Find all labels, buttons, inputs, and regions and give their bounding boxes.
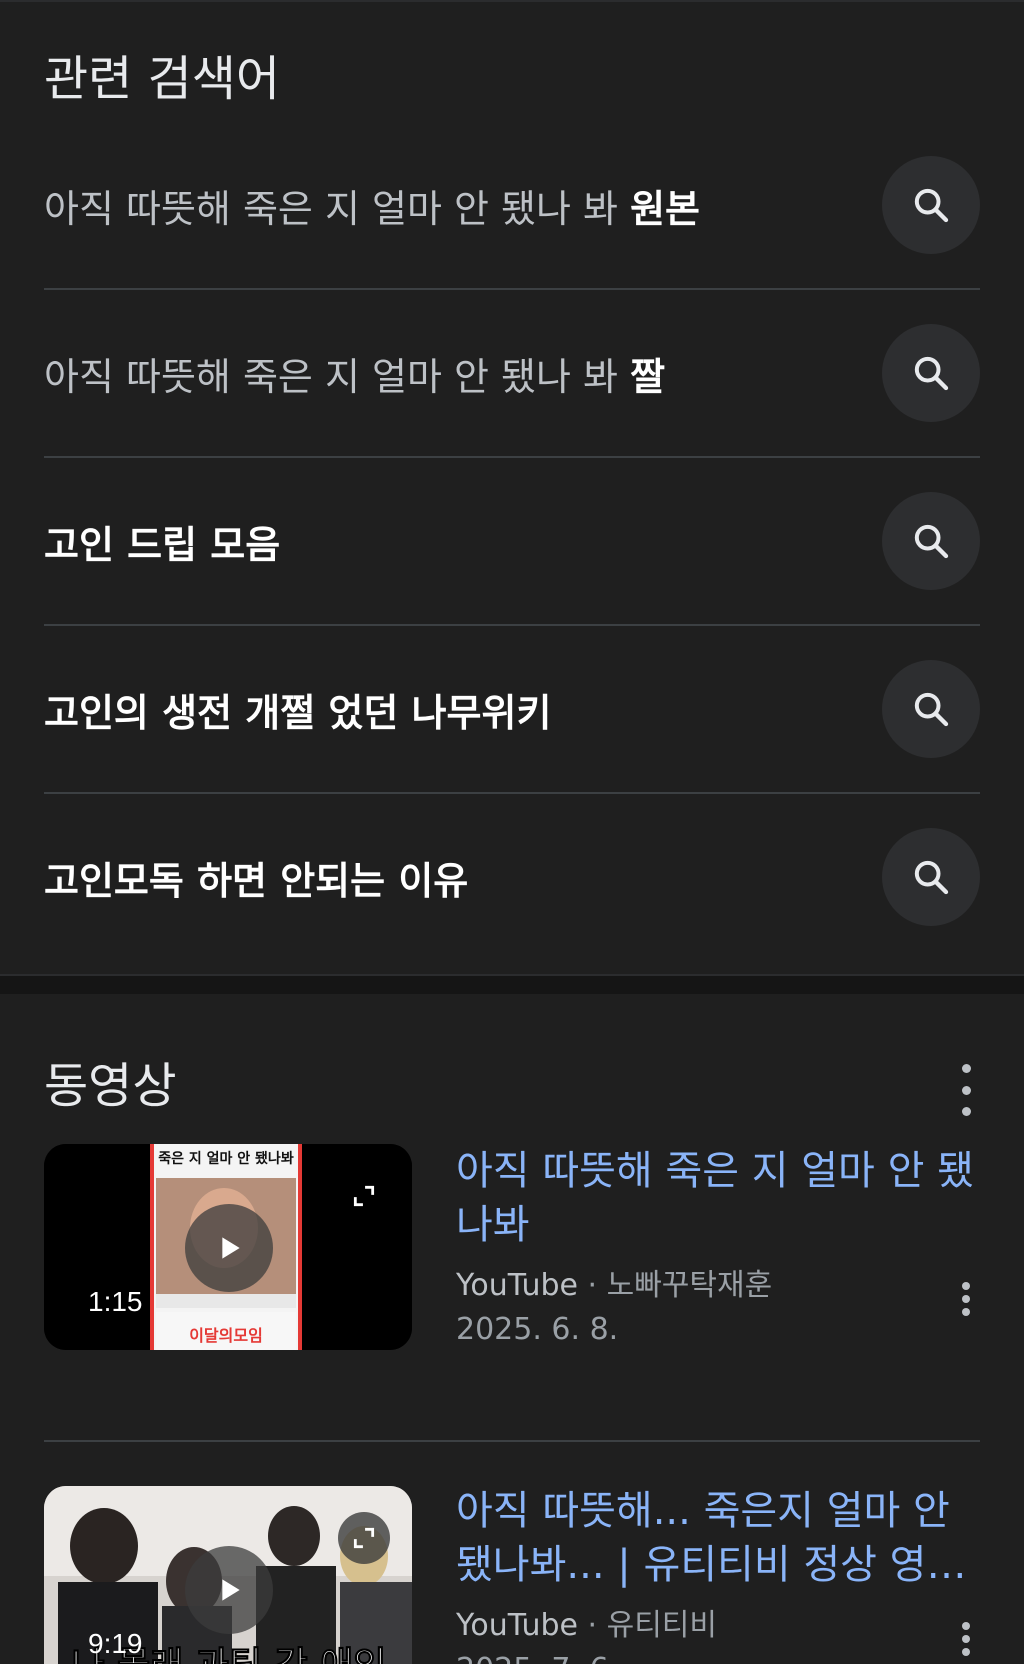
related-search-item[interactable]: 아직 따뜻해 죽은 지 얼마 안 됐나 봐 짤 xyxy=(44,288,980,456)
more-vert-icon[interactable] xyxy=(958,1064,974,1116)
play-button[interactable] xyxy=(185,1546,273,1634)
dot xyxy=(962,1282,970,1290)
related-search-text[interactable]: 고인모독 하면 안되는 이유 xyxy=(44,850,882,905)
videos-title: 동영상 xyxy=(44,1058,177,1114)
video-result[interactable]: 죽은 지 얼마 안 됐나봐 이달의모임 1:15 아직 따뜻해 죽은 지 얼마 … xyxy=(44,1144,980,1440)
related-search-prefix: 아직 따뜻해 죽은 지 얼마 안 됐나 봐 xyxy=(44,354,631,399)
expand-icon xyxy=(353,1185,375,1207)
top-divider xyxy=(0,0,1024,2)
video-thumbnail[interactable]: 나 몰래 과팅 간 애인 9:19 xyxy=(44,1486,412,1664)
search-icon xyxy=(914,524,949,559)
dot xyxy=(961,1064,971,1073)
dot xyxy=(962,1308,970,1316)
video-duration: 1:15 xyxy=(88,1286,143,1317)
video-channel: 유티티비 xyxy=(606,1608,718,1643)
dot xyxy=(961,1107,971,1116)
video-date: 2025. 7. 6. xyxy=(456,1648,980,1664)
play-icon xyxy=(222,1579,240,1601)
related-search-bold: 고인모독 하면 안되는 이유 xyxy=(44,858,469,903)
related-search-item[interactable]: 고인의 생전 개쩔 었던 나무위키 xyxy=(44,624,980,792)
video-source: YouTube xyxy=(456,1608,578,1643)
video-channel: 노빠꾸탁재훈 xyxy=(606,1268,773,1303)
dot xyxy=(961,1085,971,1095)
video-title[interactable]: 아직 따뜻해 죽은 지 얼마 안 됐나봐 xyxy=(456,1144,980,1252)
expand-button[interactable] xyxy=(338,1512,390,1564)
related-search-item[interactable]: 고인모독 하면 안되는 이유 xyxy=(44,792,980,960)
section-gap xyxy=(0,976,1024,994)
expand-button[interactable] xyxy=(338,1170,390,1222)
expand-icon xyxy=(353,1527,375,1549)
search-icon xyxy=(914,860,949,895)
play-icon xyxy=(222,1237,240,1259)
related-search-button[interactable] xyxy=(882,828,980,926)
play-button[interactable] xyxy=(185,1204,273,1292)
video-meta: YouTube · 노빠꾸탁재훈 xyxy=(456,1268,773,1303)
videos-header: 동영상 xyxy=(0,994,1024,1144)
related-search-text[interactable]: 고인 드립 모음 xyxy=(44,514,882,569)
related-search-text[interactable]: 아직 따뜻해 죽은 지 얼마 안 됐나 봐 원본 xyxy=(44,178,882,233)
related-search-item[interactable]: 고인 드립 모음 xyxy=(44,456,980,624)
more-vert-icon[interactable] xyxy=(958,1282,974,1316)
dot xyxy=(962,1295,970,1303)
thumbnail-caption-top: 죽은 지 얼마 안 됐나봐 xyxy=(158,1151,294,1167)
dot xyxy=(962,1622,970,1630)
related-searches-title: 관련 검색어 xyxy=(44,51,281,107)
related-search-bold: 고인 드립 모음 xyxy=(44,522,281,567)
related-searches-list: 아직 따뜻해 죽은 지 얼마 안 됐나 봐 원본 아직 따뜻해 죽은 지 얼마 … xyxy=(0,122,1024,960)
video-thumbnail[interactable]: 죽은 지 얼마 안 됐나봐 이달의모임 1:15 xyxy=(44,1144,412,1350)
related-search-button[interactable] xyxy=(882,660,980,758)
thumbnail-caption-bottom: 이달의모임 xyxy=(189,1326,263,1345)
video-info: 아직 따뜻해... 죽은지 얼마 안 됐나봐... | 유티티비 정상 영… Y… xyxy=(456,1484,980,1664)
video-info: 아직 따뜻해 죽은 지 얼마 안 됐나봐 YouTube · 노빠꾸탁재훈 20… xyxy=(456,1144,980,1352)
more-vert-icon[interactable] xyxy=(958,1622,974,1656)
related-search-prefix: 아직 따뜻해 죽은 지 얼마 안 됐나 봐 xyxy=(44,186,631,231)
video-result[interactable]: 나 몰래 과팅 간 애인 9:19 아직 따뜻해... 죽은지 얼마 안 됐나봐… xyxy=(44,1440,980,1664)
video-title[interactable]: 아직 따뜻해... 죽은지 얼마 안 됐나봐... | 유티티비 정상 영… xyxy=(456,1484,980,1592)
related-search-bold: 원본 xyxy=(630,186,700,231)
related-search-text[interactable]: 아직 따뜻해 죽은 지 얼마 안 됐나 봐 짤 xyxy=(44,346,882,401)
video-date: 2025. 6. 8. xyxy=(456,1312,619,1347)
related-search-text[interactable]: 고인의 생전 개쩔 었던 나무위키 xyxy=(44,682,882,737)
dot xyxy=(962,1635,970,1643)
dot xyxy=(962,1648,970,1656)
related-search-button[interactable] xyxy=(882,156,980,254)
search-icon xyxy=(914,356,949,391)
videos-section: 동영상 죽은 지 얼마 안 됐나봐 이달의모임 1:15 아직 따뜻해 죽은 지… xyxy=(0,994,1024,1664)
video-meta: YouTube · 유티티비 xyxy=(456,1608,718,1643)
video-source: YouTube xyxy=(456,1268,578,1303)
video-duration: 9:19 xyxy=(88,1628,143,1659)
related-search-bold: 고인의 생전 개쩔 었던 나무위키 xyxy=(44,690,552,735)
related-search-button[interactable] xyxy=(882,324,980,422)
related-search-bold: 짤 xyxy=(630,354,666,399)
search-icon xyxy=(914,692,949,727)
search-results-page: 관련 검색어 아직 따뜻해 죽은 지 얼마 안 됐나 봐 원본 아직 따뜻해 죽… xyxy=(0,0,1024,1664)
related-searches-section: 관련 검색어 아직 따뜻해 죽은 지 얼마 안 됐나 봐 원본 아직 따뜻해 죽… xyxy=(0,46,1024,960)
related-search-item[interactable]: 아직 따뜻해 죽은 지 얼마 안 됐나 봐 원본 xyxy=(44,122,980,288)
search-icon xyxy=(914,188,949,223)
related-search-button[interactable] xyxy=(882,492,980,590)
